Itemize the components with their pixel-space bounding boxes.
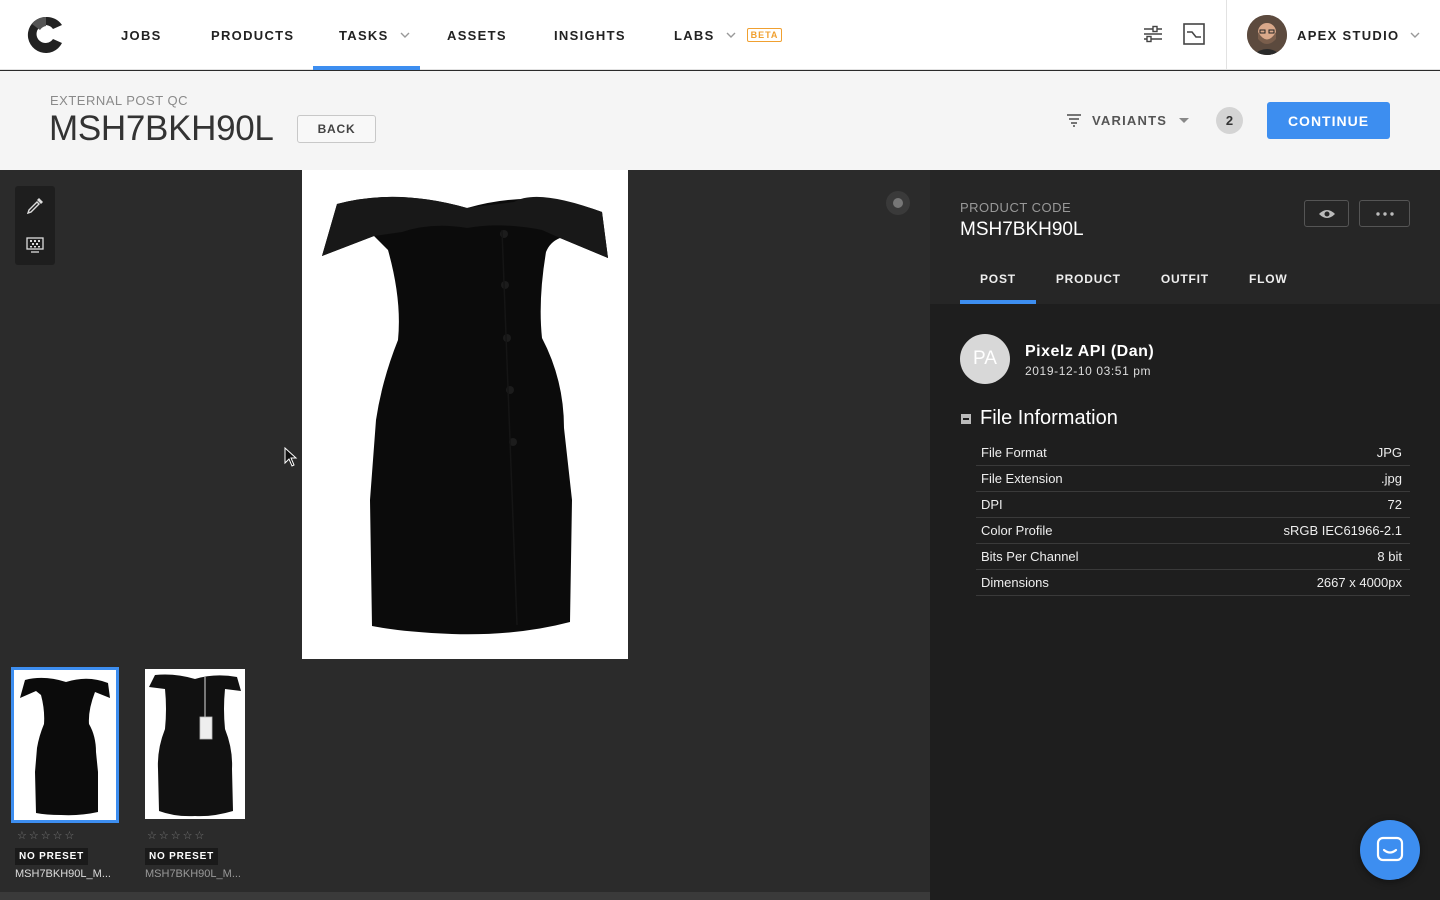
rating-stars[interactable]: ☆☆☆☆☆ [147,829,206,842]
tab-flow-label: FLOW [1248,272,1288,286]
rating-stars[interactable]: ☆☆☆☆☆ [17,829,76,842]
row-value: 2667 x 4000px [1316,575,1402,590]
filter-icon [1067,114,1081,127]
tab-product[interactable]: PRODUCT [1036,262,1141,304]
row-label: DPI [981,497,1003,512]
variant-count-badge: 2 [1216,107,1243,134]
eyedropper-icon[interactable] [25,196,45,216]
record-toggle-button[interactable] [886,191,910,215]
ellipsis-icon [1375,211,1394,216]
more-options-button[interactable] [1359,200,1410,227]
eye-icon [1318,209,1335,218]
nav-tasks-label: TASKS [339,27,389,43]
mouse-cursor-icon [284,447,298,467]
tab-product-label: PRODUCT [1055,272,1121,286]
chat-launcher-button[interactable] [1360,820,1420,880]
row-value: .jpg [1381,471,1402,486]
panel-header: PRODUCT CODE MSH7BKH90L POST PRODUCT OUT… [930,170,1440,304]
tab-outfit-label: OUTFIT [1160,272,1209,286]
app-logo-icon[interactable] [26,15,66,55]
chevron-down-icon [400,32,410,38]
nav-products-label: PRODUCTS [211,27,295,43]
user-avatar[interactable] [1247,15,1287,55]
product-code-value: MSH7BKH90L [960,219,1084,240]
author-name: Pixelz API (Dan) [1025,343,1155,360]
transparency-grid-icon[interactable] [25,235,45,255]
nav-jobs-label: JOBS [121,27,162,43]
nav-assets[interactable]: ASSETS [447,0,507,70]
nav-insights[interactable]: INSIGHTS [554,0,626,70]
file-information-table: File Format JPG File Extension .jpg DPI 72 … [976,440,1410,596]
preset-badge: NO PRESET [145,848,218,865]
nav-assets-label: ASSETS [447,27,507,43]
horizontal-scrollbar[interactable] [0,892,930,900]
dress-image-icon [322,196,608,635]
row-label: Dimensions [981,575,1049,590]
author-date: 2019-12-10 03:51 pm [1025,364,1152,378]
tab-post[interactable]: POST [960,262,1036,304]
nav-products[interactable]: PRODUCTS [211,0,294,70]
nav-divider [1226,0,1227,70]
row-value: sRGB IEC61966-2.1 [1283,523,1402,538]
tab-flow[interactable]: FLOW [1229,262,1308,304]
chat-icon [1376,836,1404,862]
row-value: 8 bit [1377,549,1402,564]
tool-palette [15,186,55,265]
thumbnail-2[interactable] [145,669,245,819]
dress-with-tag-thumbnail-icon [145,669,245,819]
page-header: EXTERNAL POST QC MSH7BKH90L BACK VARIANT… [0,71,1440,170]
nav-labs[interactable]: LABS BETA [674,0,783,70]
studio-switcher[interactable]: APEX STUDIO [1297,0,1421,70]
chevron-down-icon [726,32,736,38]
file-information-title: File Information [980,407,1118,429]
tab-outfit[interactable]: OUTFIT [1141,262,1229,304]
row-label: File Extension [981,471,1063,486]
analytics-icon[interactable] [1181,21,1207,47]
top-navigation: JOBS PRODUCTS TASKS ASSETS INSIGHTS LABS… [0,0,1440,70]
row-value: 72 [1387,497,1402,512]
thumbnail-1[interactable] [11,667,119,823]
collapse-icon[interactable] [961,414,971,424]
table-row: Color Profile sRGB IEC61966-2.1 [976,518,1410,544]
table-row: Dimensions 2667 x 4000px [976,570,1410,596]
product-code-label: PRODUCT CODE [960,200,1072,215]
caret-down-icon [1179,117,1190,123]
nav-tasks[interactable]: TASKS [313,0,420,70]
thumbnail-filename: MSH7BKH90L_M... [145,868,241,880]
table-row: File Extension .jpg [976,466,1410,492]
continue-button[interactable]: CONTINUE [1267,102,1390,139]
table-row: Bits Per Channel 8 bit [976,544,1410,570]
nav-labs-label: LABS [674,27,715,43]
row-label: Color Profile [981,523,1053,538]
variants-dropdown[interactable]: VARIANTS [1066,107,1190,133]
variants-label: VARIANTS [1092,112,1168,128]
table-row: DPI 72 [976,492,1410,518]
nav-jobs[interactable]: JOBS [121,0,162,70]
image-canvas[interactable]: ☆☆☆☆☆ NO PRESET MSH7BKH90L_M... ☆☆☆☆☆ NO… [0,170,930,892]
back-button[interactable]: BACK [297,115,376,143]
page-title: MSH7BKH90L [49,109,274,148]
studio-name: APEX STUDIO [1297,27,1400,43]
main-product-image[interactable] [302,170,628,659]
preview-button[interactable] [1304,200,1349,227]
user-photo-icon [1247,15,1287,55]
dress-thumbnail-icon [20,677,110,816]
details-panel: PRODUCT CODE MSH7BKH90L POST PRODUCT OUT… [930,170,1440,900]
row-label: File Format [981,445,1047,460]
table-row: File Format JPG [976,440,1410,466]
nav-insights-label: INSIGHTS [554,27,626,43]
chevron-down-icon [1410,32,1420,38]
panel-tabs: POST PRODUCT OUTFIT FLOW [960,262,1307,304]
sliders-icon[interactable] [1140,21,1166,47]
beta-badge: BETA [746,28,783,42]
row-label: Bits Per Channel [981,549,1079,564]
tab-post-label: POST [980,272,1016,286]
author-avatar: PA [960,334,1010,384]
preset-badge: NO PRESET [15,848,88,865]
thumbnail-filename: MSH7BKH90L_M... [15,868,111,880]
row-value: JPG [1376,445,1402,460]
page-subtitle: EXTERNAL POST QC [50,93,189,108]
